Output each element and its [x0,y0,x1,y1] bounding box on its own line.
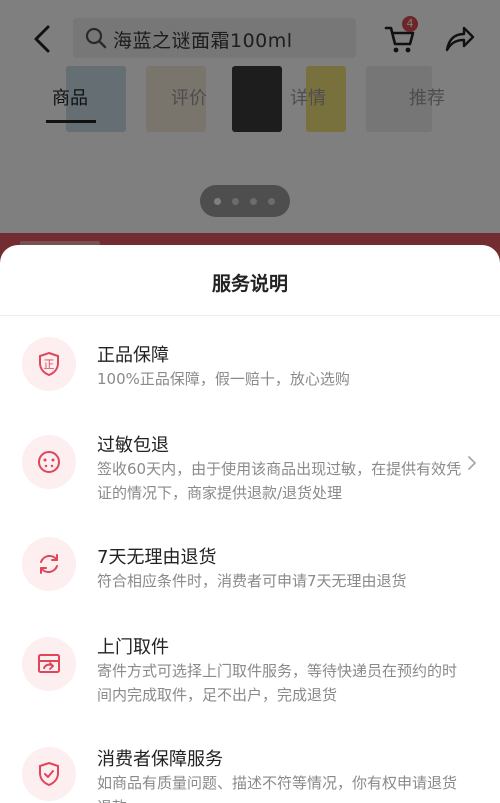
service-title: 7天无理由退货 [97,547,217,568]
service-description: 如商品有质量问题、描述不符等情况，你有权申请退货退款 [97,774,458,803]
chevron-right-icon[interactable] [467,455,477,471]
service-description: 100%正品保障，假一赔十，放心选购 [97,370,350,388]
service-description: 签收60天内，由于使用该商品出现过敏，在提供有效凭证的情况下，商家提供退款/退货… [97,460,462,502]
service-title: 消费者保障服务 [97,749,223,770]
sheet-title: 服务说明 [211,273,288,295]
service-description: 符合相应条件时，消费者可申请7天无理由退货 [97,572,407,590]
service-title: 上门取件 [97,637,169,658]
pickup-box-icon [22,637,76,691]
service-title: 过敏包退 [97,435,169,456]
service-info-sheet: 服务说明 正 正品保障 100%正品保障，假一赔十，放心选购 过敏包退 签收60… [0,245,500,803]
service-description: 寄件方式可选择上门取件服务，等待快递员在预约的时间内完成取件，足不出户，完成退货 [97,662,458,704]
service-title: 正品保障 [97,345,169,366]
divider [0,315,500,316]
genuine-shield-icon: 正 [22,337,76,391]
allergy-face-icon [22,435,76,489]
return-cycle-icon [22,537,76,591]
consumer-protection-icon [22,747,76,801]
svg-text:正: 正 [44,358,55,371]
